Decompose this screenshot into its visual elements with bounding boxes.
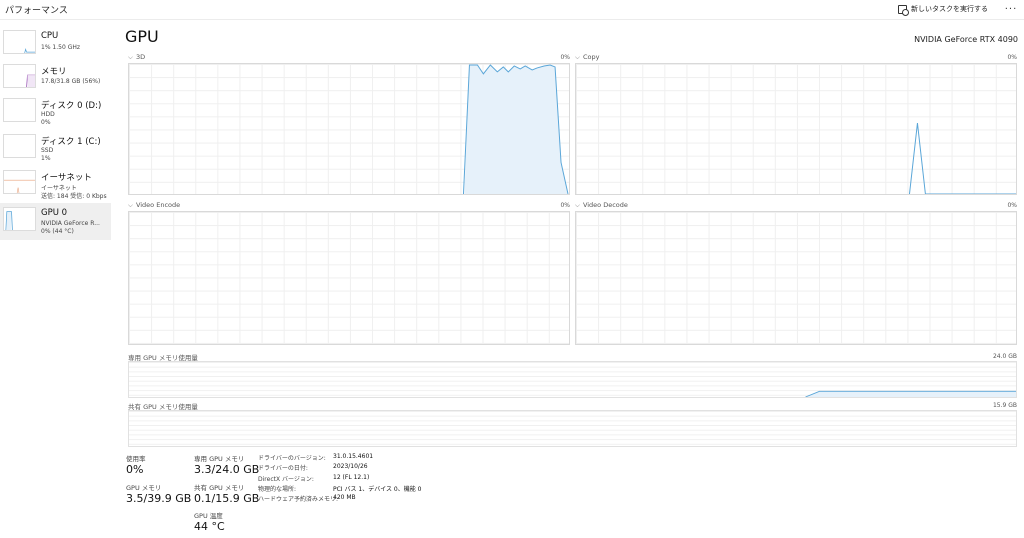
more-button[interactable]: ··· <box>998 4 1024 15</box>
title-bar: パフォーマンス 新しいタスクを実行する ··· <box>0 0 1024 20</box>
graph-copy <box>575 63 1017 195</box>
run-new-task-button[interactable]: 新しいタスクを実行する <box>888 0 998 18</box>
graph-shared-memory <box>128 410 1017 447</box>
sidebar-item-label: ディスク 1 (C:) <box>41 137 101 147</box>
gpu-model-name: NVIDIA GeForce RTX 4090 <box>914 35 1018 44</box>
sidebar-item-gpu-0[interactable]: GPU 0 NVIDIA GeForce R... 0% (44 °C) <box>0 203 111 240</box>
cpu-thumbnail-graph <box>3 30 36 54</box>
sidebar-item-label: イーサネット <box>41 173 92 183</box>
engine-selector-video-encode[interactable]: ⌵ Video Encode <box>128 201 180 210</box>
dedicated-memory-value: 3.3/24.0 GB <box>194 463 260 476</box>
info-value: 420 MB <box>333 494 356 501</box>
dedicated-memory-label: 専用 GPU メモリ <box>194 455 245 463</box>
shared-memory-value: 0.1/15.9 GB <box>194 492 260 505</box>
sidebar-item-detail: 0% <box>41 119 51 126</box>
sidebar-item-detail: 17.8/31.8 GB (56%) <box>41 78 101 85</box>
sidebar-item-detail: HDD <box>41 111 55 118</box>
toolbar: 新しいタスクを実行する ··· <box>888 0 1024 18</box>
shared-memory-max: 15.9 GB <box>992 402 1017 409</box>
sidebar-item-disk-1[interactable]: ディスク 1 (C:) SSD 1% <box>0 130 111 167</box>
memory-thumbnail-graph <box>3 64 36 88</box>
sidebar: CPU 1% 1.50 GHz メモリ 17.8/31.8 GB (56%) デ… <box>0 22 111 538</box>
chevron-down-icon: ⌵ <box>128 53 133 61</box>
ethernet-thumbnail-graph <box>3 170 36 194</box>
info-key: 物理的な場所: <box>258 486 297 493</box>
sidebar-item-label: GPU 0 <box>41 208 68 218</box>
engine-percent: 0% <box>560 54 570 61</box>
sidebar-item-label: CPU <box>41 31 59 41</box>
graph-video-decode <box>575 211 1017 345</box>
graph-3d <box>128 63 570 195</box>
dedicated-memory-max: 24.0 GB <box>992 353 1017 360</box>
usage-label: 使用率 <box>126 455 146 463</box>
chevron-down-icon: ⌵ <box>575 201 580 209</box>
engine-selector-video-decode[interactable]: ⌵ Video Decode <box>575 201 628 210</box>
sidebar-item-detail: 1% 1.50 GHz <box>41 44 81 51</box>
engine-percent: 0% <box>560 202 570 209</box>
section-title: GPU <box>125 27 159 46</box>
info-value: PCI バス 1、デバイス 0、機能 0 <box>333 486 422 493</box>
chevron-down-icon: ⌵ <box>128 201 133 209</box>
sidebar-item-cpu[interactable]: CPU 1% 1.50 GHz <box>0 26 111 63</box>
gpu-thumbnail-graph <box>3 207 36 231</box>
info-key: ハードウェア予約済みメモリ: <box>258 496 339 503</box>
more-icon: ··· <box>1004 3 1018 15</box>
engine-percent: 0% <box>1007 202 1017 209</box>
graph-video-encode <box>128 211 570 345</box>
engine-selector-copy[interactable]: ⌵ Copy <box>575 53 599 62</box>
gpu-temperature-label: GPU 温度 <box>194 512 223 520</box>
info-value: 31.0.15.4601 <box>333 453 374 460</box>
usage-value: 0% <box>126 463 144 476</box>
sidebar-item-memory[interactable]: メモリ 17.8/31.8 GB (56%) <box>0 60 111 97</box>
gpu-temperature-value: 44 °C <box>194 520 225 533</box>
info-key: DirectX バージョン: <box>258 476 314 483</box>
disk-1-thumbnail-graph <box>3 134 36 158</box>
sidebar-item-detail: SSD <box>41 147 54 154</box>
sidebar-item-label: ディスク 0 (D:) <box>41 101 102 111</box>
sidebar-item-detail: 0% (44 °C) <box>41 228 74 235</box>
gpu-memory-label: GPU メモリ <box>126 484 162 492</box>
chevron-down-icon: ⌵ <box>575 53 580 61</box>
info-value: 12 (FL 12.1) <box>333 474 370 481</box>
info-key: ドライバーのバージョン: <box>258 455 326 462</box>
sidebar-item-ethernet[interactable]: イーサネット イーサネット 送信: 184 受信: 0 Kbps <box>0 166 111 203</box>
shared-memory-label: 共有 GPU メモリ <box>194 484 245 492</box>
sidebar-item-disk-0[interactable]: ディスク 0 (D:) HDD 0% <box>0 94 111 131</box>
page-title: パフォーマンス <box>5 6 68 16</box>
run-task-icon <box>898 4 909 16</box>
disk-0-thumbnail-graph <box>3 98 36 122</box>
engine-percent: 0% <box>1007 54 1017 61</box>
info-key: ドライバーの日付: <box>258 465 308 472</box>
sidebar-item-detail: 1% <box>41 155 51 162</box>
gpu-memory-value: 3.5/39.9 GB <box>126 492 192 505</box>
run-new-task-label: 新しいタスクを実行する <box>911 5 988 13</box>
graph-dedicated-memory <box>128 361 1017 398</box>
engine-selector-3d[interactable]: ⌵ 3D <box>128 53 145 62</box>
sidebar-item-detail: NVIDIA GeForce R... <box>41 220 100 227</box>
sidebar-item-detail: 送信: 184 受信: 0 Kbps <box>41 193 107 200</box>
info-value: 2023/10/26 <box>333 463 368 470</box>
sidebar-item-label: メモリ <box>41 67 67 77</box>
